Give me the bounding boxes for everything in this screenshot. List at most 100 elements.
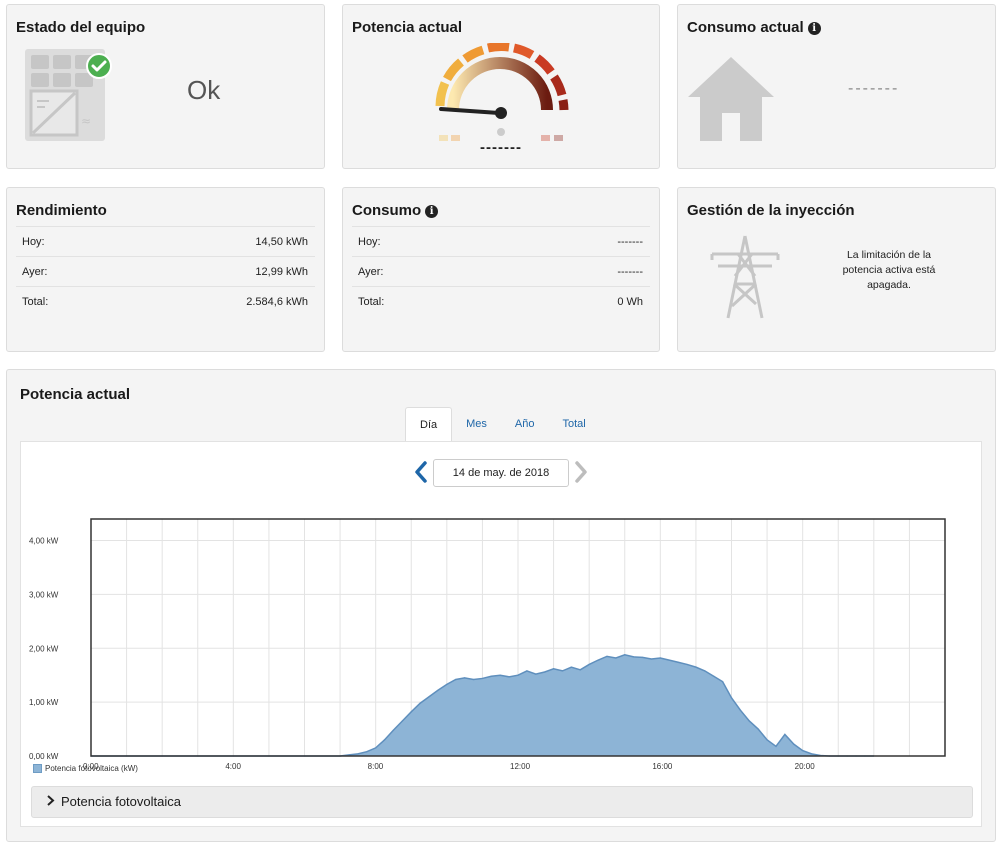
chevron-left-icon[interactable] <box>413 460 429 489</box>
data-point <box>793 743 795 745</box>
data-point <box>499 674 501 676</box>
feed-in-message: La limitación de la potencia activa está… <box>842 249 936 291</box>
house-icon <box>688 57 774 152</box>
table-row: Hoy: 14,50 kWh <box>16 226 315 256</box>
status-value: Ok <box>187 75 221 105</box>
data-point <box>472 678 475 681</box>
data-point <box>624 654 626 656</box>
status-card: Estado del equipo ≈ Ok <box>6 4 325 169</box>
data-point <box>544 671 546 673</box>
data-point <box>766 739 768 741</box>
panel-title: Potencia actual <box>20 386 131 403</box>
consumption-label: Total: <box>358 295 385 308</box>
data-point <box>650 658 653 660</box>
data-point <box>784 733 786 736</box>
gauge-icon <box>433 42 573 148</box>
data-point <box>437 689 439 691</box>
y-tick-label: 2,00 kW <box>29 644 59 653</box>
data-point <box>730 697 733 699</box>
data-point <box>535 673 537 675</box>
accordion-label: Potencia fotovoltaica <box>61 794 181 809</box>
data-point <box>802 750 804 752</box>
table-row: Ayer: 12,99 kWh <box>16 256 315 286</box>
y-tick-label: 4,00 kW <box>29 537 59 546</box>
legend-swatch <box>33 764 42 773</box>
tab-day[interactable]: Día <box>405 407 453 441</box>
data-point <box>392 729 395 731</box>
data-point <box>410 711 412 713</box>
chevron-right-icon[interactable] <box>573 460 589 489</box>
legend-label: Potencia fotovoltaica (kW) <box>45 764 138 773</box>
data-point <box>677 661 679 663</box>
data-point <box>606 655 608 657</box>
data-point <box>401 720 403 722</box>
yield-table: Hoy: 14,50 kWh Ayer: 12,99 kWh Total: 2.… <box>16 226 315 316</box>
check-icon <box>85 52 113 85</box>
pv-power-accordion[interactable]: Potencia fotovoltaica <box>31 786 973 818</box>
chart-legend[interactable]: Potencia fotovoltaica (kW) <box>33 764 138 773</box>
yield-value: 12,99 kWh <box>255 265 308 278</box>
x-tick-label: 12:00 <box>510 762 531 771</box>
x-tick-label: 20:00 <box>795 762 816 771</box>
power-title: Potencia actual <box>352 19 463 36</box>
feed-in-card: Gestión de la inyección La limitación de… <box>677 187 996 352</box>
data-point <box>383 739 386 741</box>
date-picker[interactable]: 14 de may. de 2018 <box>433 459 569 487</box>
table-row: Ayer: ------- <box>352 256 650 286</box>
power-value: ------- <box>480 139 522 156</box>
consumption-card: Consumo i Hoy: ------- Ayer: ------- Tota… <box>342 187 660 352</box>
consumption-now-heading: Consumo actual i <box>687 19 821 36</box>
info-icon[interactable]: i <box>807 22 821 35</box>
x-tick-label: 4:00 <box>225 762 241 771</box>
data-point <box>695 666 697 668</box>
power-chart-panel: Potencia actual Día Mes Año Total 14 de … <box>6 369 996 842</box>
yield-value: 14,50 kWh <box>255 235 308 248</box>
tab-year[interactable]: Año <box>501 407 549 441</box>
svg-text:≈: ≈ <box>81 114 91 128</box>
consumption-title: Consumo <box>352 202 422 219</box>
tab-month[interactable]: Mes <box>452 407 501 441</box>
consumption-label: Ayer: <box>358 265 384 278</box>
data-point <box>526 670 528 672</box>
yield-label: Hoy: <box>22 235 45 248</box>
consumption-value: ------- <box>617 265 643 278</box>
data-point <box>775 745 777 747</box>
consumption-now-value: ------- <box>848 80 900 97</box>
data-point <box>561 670 564 672</box>
data-point <box>757 728 759 730</box>
x-tick-label: 16:00 <box>652 762 673 771</box>
chevron-right-icon <box>46 787 55 817</box>
data-point <box>366 751 368 753</box>
data-point <box>375 747 377 749</box>
data-point <box>722 681 724 683</box>
power-card: Potencia actual ------- <box>342 4 660 169</box>
data-point <box>686 663 688 666</box>
data-point <box>704 670 706 672</box>
yield-label: Total: <box>22 295 49 308</box>
data-point <box>419 702 421 704</box>
x-tick-label: 8:00 <box>368 762 384 771</box>
data-point <box>810 753 813 755</box>
yield-value: 2.584,6 kWh <box>246 295 308 308</box>
consumption-value: 0 Wh <box>617 295 643 308</box>
y-tick-label: 3,00 kW <box>29 590 59 599</box>
data-point <box>446 683 448 685</box>
chart-area: 14 de may. de 2018 0,00 kW 1,00 kW 2,00 kW… <box>20 441 982 827</box>
tab-total[interactable]: Total <box>548 407 599 441</box>
data-point <box>490 675 492 677</box>
data-point <box>748 720 750 722</box>
data-point <box>615 657 617 659</box>
data-point <box>455 678 457 681</box>
consumption-now-card: Consumo actual i ------- <box>677 4 996 169</box>
consumption-value: ------- <box>617 235 643 248</box>
consumption-label: Hoy: <box>358 235 381 248</box>
power-tower-icon <box>708 234 782 329</box>
yield-title: Rendimiento <box>16 202 107 219</box>
data-point <box>668 659 670 661</box>
data-point <box>552 668 555 670</box>
table-row: Total: 2.584,6 kWh <box>16 286 315 316</box>
yield-label: Ayer: <box>22 265 48 278</box>
data-point <box>713 675 715 677</box>
status-title: Estado del equipo <box>16 19 146 36</box>
info-icon[interactable]: i <box>425 205 439 218</box>
